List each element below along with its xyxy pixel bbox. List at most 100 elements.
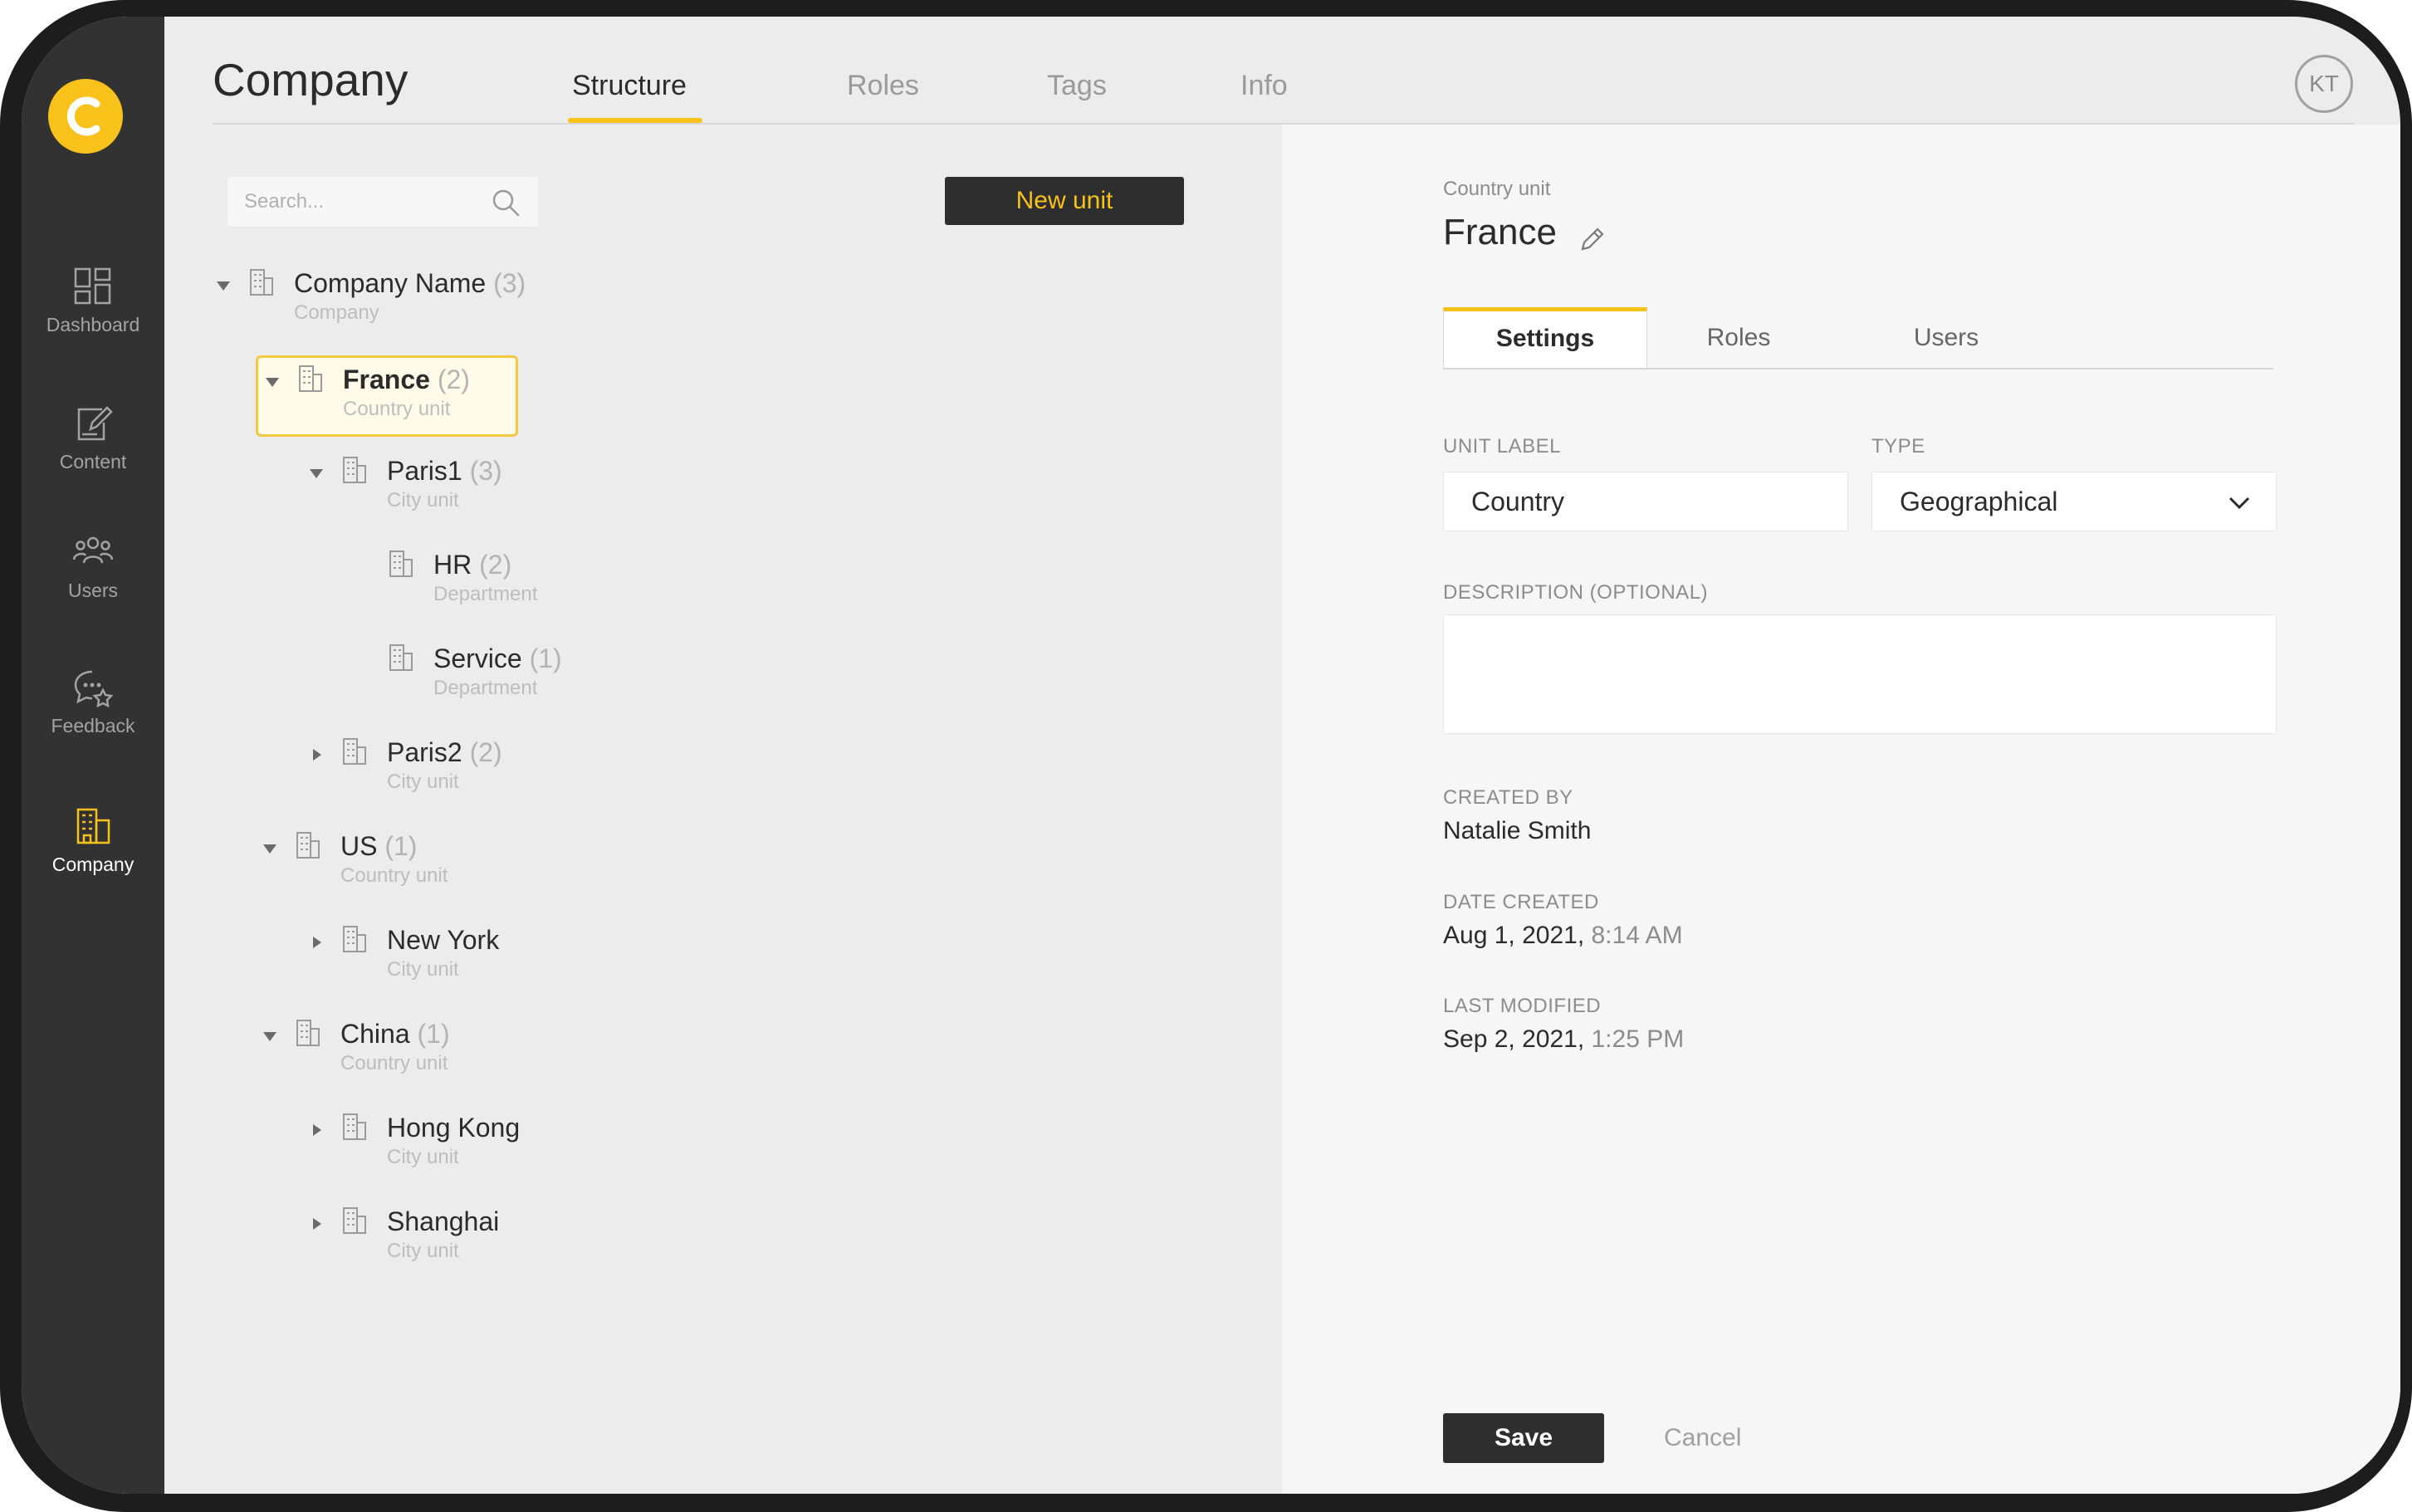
building-icon [76,808,110,844]
date-created-label: DATE CREATED [1443,891,1599,913]
sidebar-item-label: Company [51,854,135,875]
caret-down-icon[interactable] [261,839,279,858]
tab-tags[interactable]: Tags [1047,70,1107,102]
tab-roles[interactable]: Roles [847,70,919,102]
description-textarea[interactable] [1443,614,2277,734]
building-icon [389,550,413,577]
tab-info[interactable]: Info [1240,70,1288,102]
last-modified-label: LAST MODIFIED [1443,995,1602,1017]
save-button[interactable]: Save [1443,1413,1604,1463]
tree-node-name: Shanghai [387,1206,500,1236]
sidebar-item-label: Feedback [51,715,135,736]
caret-down-icon[interactable] [263,373,281,391]
type-select[interactable]: Geographical [1871,472,2277,531]
tree-node-type: Company [294,301,379,324]
tree-node[interactable]: Paris2 (2) City unit [307,737,739,805]
tree-node[interactable]: New York City unit [307,925,739,993]
caret-right-icon[interactable] [307,1121,325,1139]
sidebar-item-content[interactable]: Content [22,403,164,473]
building-icon [343,738,366,765]
logo-c-icon [66,96,100,136]
tree-node-name: New York [387,925,500,955]
caret-right-icon[interactable] [307,1215,325,1233]
type-field-label: TYPE [1871,435,1925,458]
user-avatar[interactable]: KT [2295,55,2353,113]
dashboard-icon [74,267,111,305]
tree-node[interactable]: US (1) Country unit [261,831,692,899]
tree-node-name: Hong Kong [387,1113,521,1143]
subtab-divider [1443,368,2273,369]
unit-title: France [1443,212,1557,252]
tree-node[interactable]: Shanghai City unit [307,1206,739,1275]
tree-node-count: (1) [417,1019,450,1049]
date-created-value: Aug 1, 2021, 8:14 AM [1443,922,1683,949]
sidebar: Dashboard Content Users Feedback Company [22,17,164,1494]
tree-node[interactable]: Paris1 (3) City unit [307,456,739,524]
tree-node-type: City unit [387,489,459,511]
tree-node-type: City unit [387,771,459,793]
sidebar-item-feedback[interactable]: Feedback [22,667,164,737]
sidebar-item-users[interactable]: Users [22,531,164,602]
caret-right-icon[interactable] [307,933,325,952]
unit-detail-panel: Country unit France Settings Roles Users… [1282,125,2400,1494]
unit-kind-label: Country unit [1443,178,1551,200]
sidebar-item-dashboard[interactable]: Dashboard [22,266,164,336]
created-by-label: CREATED BY [1443,786,1573,809]
page-title: Company [213,54,409,105]
subtab-settings[interactable]: Settings [1443,307,1647,369]
caret-down-icon[interactable] [214,276,232,295]
tree-node-name: Company Name (3) [294,268,526,298]
subtab-roles[interactable]: Roles [1672,307,1805,369]
tree-node-type: City unit [387,958,459,981]
tree-node-count: (1) [384,831,418,861]
building-icon [296,832,320,859]
tree-node[interactable]: China (1) Country unit [261,1019,692,1087]
caret-down-icon[interactable] [307,464,325,482]
tree-node-name: US (1) [340,831,418,861]
subtab-users[interactable]: Users [1880,307,2013,369]
search-icon[interactable] [492,188,520,217]
unit-label-input[interactable]: Country [1443,472,1848,531]
tree-node[interactable]: Service (1) Department [354,643,785,712]
search-input[interactable] [228,177,477,227]
sidebar-item-label: Users [67,580,119,601]
tree-node-type: Department [433,677,538,699]
tree-node-name: Paris2 (2) [387,737,502,767]
tree-node[interactable]: HR (2) Department [354,550,785,618]
tree-node-name: HR (2) [433,550,512,580]
type-select-value: Geographical [1900,487,2058,516]
created-by-value: Natalie Smith [1443,817,1592,844]
caret-right-icon[interactable] [307,746,325,764]
tree-node-name: France (2) [343,365,470,394]
device-frame: Dashboard Content Users Feedback Company… [0,0,2412,1512]
building-icon [343,1207,366,1234]
tab-structure[interactable]: Structure [572,70,687,102]
tree-node-type: City unit [387,1240,459,1262]
tree-node-type: Country unit [343,398,451,420]
brand-logo[interactable] [48,79,123,154]
tree-node[interactable]: Company Name (3) Company [214,268,646,336]
building-icon [299,365,322,392]
tree-node-type: Country unit [340,1052,448,1074]
cancel-button[interactable]: Cancel [1647,1413,1797,1463]
building-icon [296,1020,320,1046]
building-icon [343,926,366,952]
tree-node-name: Service (1) [433,643,562,673]
tree-node-count: (3) [493,268,526,298]
content-edit-icon [77,406,113,441]
unit-label-field-label: UNIT LABEL [1443,435,1561,458]
sidebar-item-company[interactable]: Company [22,805,164,876]
tree-node[interactable]: France (2) Country unit [256,355,518,437]
new-unit-button[interactable]: New unit [945,177,1184,225]
tree-node-type: Department [433,583,538,605]
tree-node-type: City unit [387,1146,459,1168]
building-icon [343,457,366,483]
tree-node-count: (1) [529,643,562,673]
tree-node-count: (2) [437,365,470,394]
tree-node-count: (3) [469,456,502,486]
caret-down-icon[interactable] [261,1027,279,1045]
edit-pencil-icon[interactable] [1578,226,1606,254]
tree-node-name: China (1) [340,1019,450,1049]
tree-node-count: (2) [479,550,512,580]
tree-node[interactable]: Hong Kong City unit [307,1113,739,1181]
